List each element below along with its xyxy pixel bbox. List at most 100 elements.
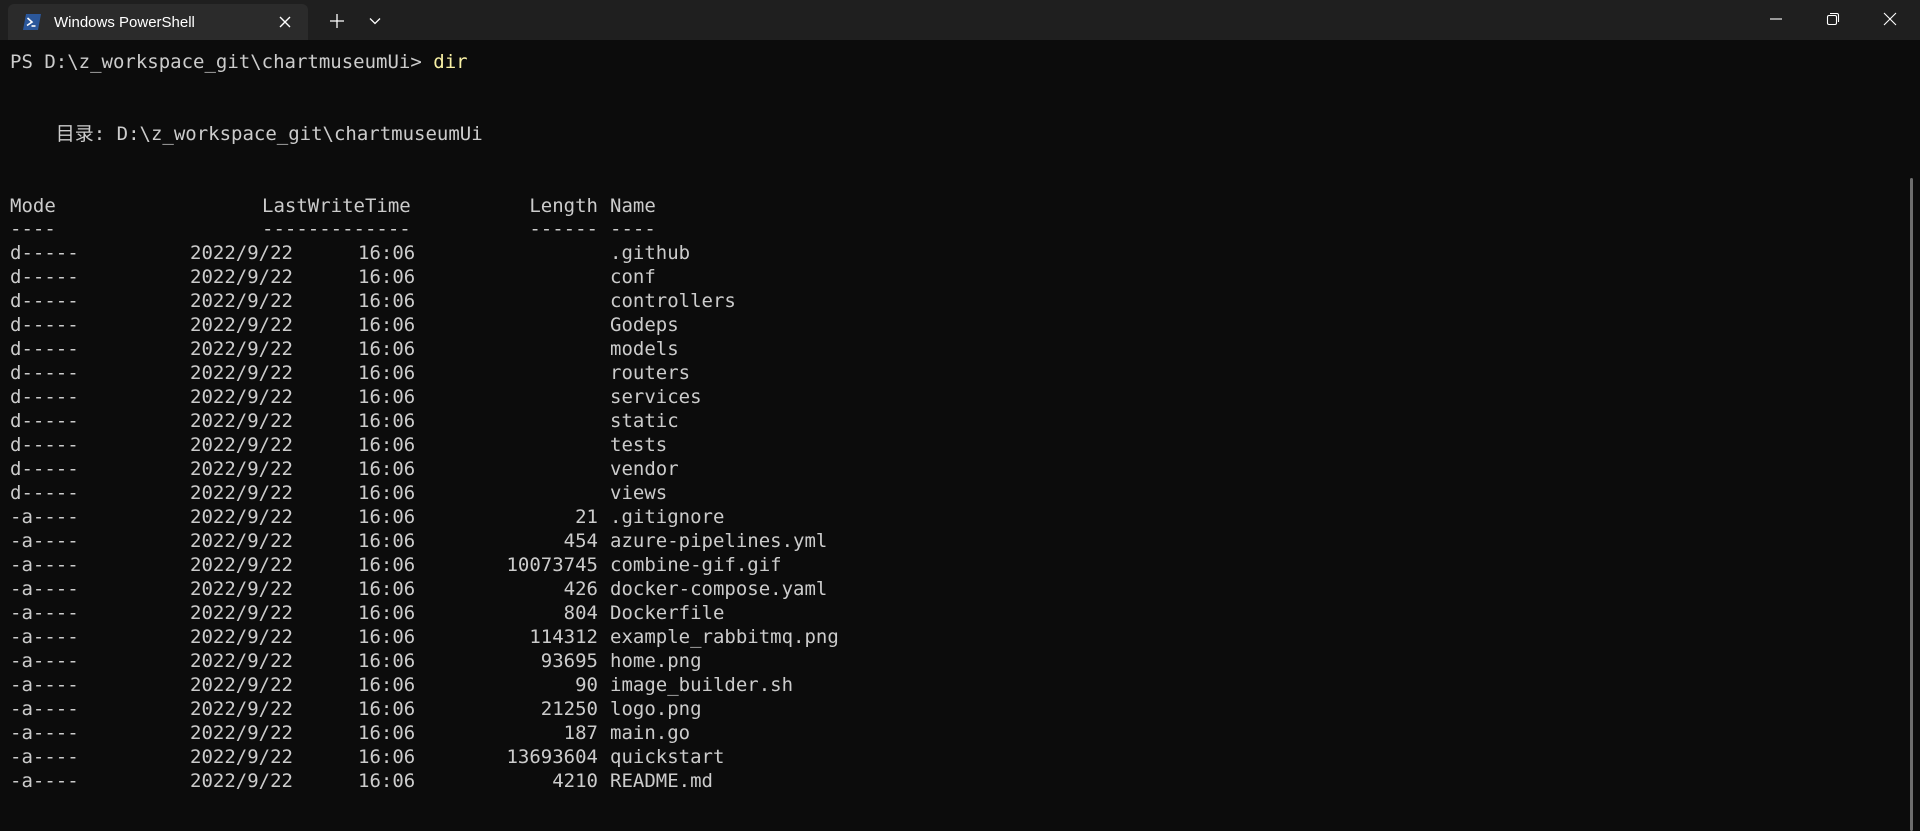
row-date: 2022/9/22 bbox=[190, 410, 293, 432]
profile-dropdown-button[interactable] bbox=[360, 8, 390, 34]
row-length: 13693604 bbox=[506, 746, 598, 768]
row-time: 16:06 bbox=[358, 338, 416, 360]
table-row: -a---- 2022/9/22 16:06 4210 README.md bbox=[10, 769, 910, 793]
row-mode: -a---- bbox=[10, 770, 79, 792]
close-icon bbox=[1883, 12, 1897, 26]
table-header: Mode LastWriteTime Length Name bbox=[10, 194, 910, 218]
header-lastwritetime: LastWriteTime bbox=[262, 195, 411, 217]
scrollbar[interactable] bbox=[1910, 178, 1913, 831]
row-mode: -a---- bbox=[10, 698, 79, 720]
row-time: 16:06 bbox=[358, 410, 416, 432]
row-mode: -a---- bbox=[10, 746, 79, 768]
directory-line: 目录: D:\z_workspace_git\chartmuseumUi bbox=[10, 123, 483, 145]
prompt-line: PS D:\z_workspace_git\chartmuseumUi> dir bbox=[10, 50, 468, 74]
row-mode: d----- bbox=[10, 434, 79, 456]
row-time: 16:06 bbox=[358, 386, 416, 408]
row-length: 426 bbox=[563, 578, 598, 600]
row-date: 2022/9/22 bbox=[190, 770, 293, 792]
row-mode: d----- bbox=[10, 242, 79, 264]
row-mode: d----- bbox=[10, 362, 79, 384]
row-name: static bbox=[610, 410, 679, 432]
table-row: d----- 2022/9/22 16:06 models bbox=[10, 337, 910, 361]
row-name: conf bbox=[610, 266, 656, 288]
title-bar[interactable]: Windows PowerShell bbox=[0, 0, 1920, 40]
row-time: 16:06 bbox=[358, 650, 416, 672]
row-length: 804 bbox=[563, 602, 598, 624]
close-tab-icon[interactable] bbox=[276, 13, 294, 31]
table-row: -a---- 2022/9/22 16:06 804 Dockerfile bbox=[10, 601, 910, 625]
table-row: d----- 2022/9/22 16:06 controllers bbox=[10, 289, 910, 313]
row-time: 16:06 bbox=[358, 746, 416, 768]
row-mode: -a---- bbox=[10, 506, 79, 528]
table-row: -a---- 2022/9/22 16:06 426 docker-compose.ya… bbox=[10, 577, 910, 601]
terminal-output[interactable]: PS D:\z_workspace_git\chartmuseumUi> dir… bbox=[0, 40, 1906, 831]
row-time: 16:06 bbox=[358, 290, 416, 312]
header-mode: Mode bbox=[10, 195, 56, 217]
separator-mode: ---- bbox=[10, 218, 56, 240]
close-window-button[interactable] bbox=[1862, 0, 1918, 38]
row-name: README.md bbox=[610, 770, 713, 792]
row-name: Dockerfile bbox=[610, 602, 725, 624]
row-time: 16:06 bbox=[358, 314, 416, 336]
minimize-button[interactable] bbox=[1748, 0, 1804, 38]
table-row: d----- 2022/9/22 16:06 .github bbox=[10, 241, 910, 265]
row-name: controllers bbox=[610, 290, 736, 312]
row-name: tests bbox=[610, 434, 668, 456]
row-name: image_builder.sh bbox=[610, 674, 794, 696]
table-row: d----- 2022/9/22 16:06 services bbox=[10, 385, 910, 409]
row-length: 187 bbox=[563, 722, 598, 744]
row-date: 2022/9/22 bbox=[190, 386, 293, 408]
row-mode: d----- bbox=[10, 410, 79, 432]
row-name: quickstart bbox=[610, 746, 725, 768]
row-name: main.go bbox=[610, 722, 691, 744]
row-length: 21250 bbox=[540, 698, 598, 720]
terminal-window: Windows PowerShell PS D:\z_workspace_git… bbox=[0, 0, 1920, 831]
tab-title: Windows PowerShell bbox=[54, 13, 195, 31]
table-row: -a---- 2022/9/22 16:06 21 .gitignore bbox=[10, 505, 910, 529]
tab-windows-powershell[interactable]: Windows PowerShell bbox=[8, 4, 308, 40]
row-date: 2022/9/22 bbox=[190, 314, 293, 336]
header-length: Length bbox=[529, 195, 598, 217]
row-date: 2022/9/22 bbox=[190, 650, 293, 672]
new-tab-button[interactable] bbox=[322, 8, 352, 34]
row-date: 2022/9/22 bbox=[190, 602, 293, 624]
row-date: 2022/9/22 bbox=[190, 626, 293, 648]
row-time: 16:06 bbox=[358, 626, 416, 648]
table-row: -a---- 2022/9/22 16:06 114312 example_rabbit… bbox=[10, 625, 910, 649]
table-row: -a---- 2022/9/22 16:06 93695 home.png bbox=[10, 649, 910, 673]
row-name: combine-gif.gif bbox=[610, 554, 782, 576]
row-length: 114312 bbox=[529, 626, 598, 648]
restore-button[interactable] bbox=[1805, 0, 1861, 38]
table-row: -a---- 2022/9/22 16:06 90 image_builder.sh bbox=[10, 673, 910, 697]
row-time: 16:06 bbox=[358, 578, 416, 600]
row-mode: d----- bbox=[10, 482, 79, 504]
row-date: 2022/9/22 bbox=[190, 434, 293, 456]
row-time: 16:06 bbox=[358, 506, 416, 528]
row-name: .github bbox=[610, 242, 691, 264]
table-row: -a---- 2022/9/22 16:06 13693604 quickstart bbox=[10, 745, 910, 769]
row-date: 2022/9/22 bbox=[190, 722, 293, 744]
row-date: 2022/9/22 bbox=[190, 530, 293, 552]
row-time: 16:06 bbox=[358, 554, 416, 576]
table-row: -a---- 2022/9/22 16:06 10073745 combine-gif.… bbox=[10, 553, 910, 577]
row-time: 16:06 bbox=[358, 434, 416, 456]
row-time: 16:06 bbox=[358, 674, 416, 696]
table-row: -a---- 2022/9/22 16:06 454 azure-pipelines.y… bbox=[10, 529, 910, 553]
row-name: Godeps bbox=[610, 314, 679, 336]
row-length: 4210 bbox=[552, 770, 598, 792]
row-date: 2022/9/22 bbox=[190, 362, 293, 384]
row-mode: -a---- bbox=[10, 554, 79, 576]
row-length: 454 bbox=[563, 530, 598, 552]
chevron-down-icon bbox=[369, 18, 381, 25]
row-date: 2022/9/22 bbox=[190, 578, 293, 600]
row-date: 2022/9/22 bbox=[190, 242, 293, 264]
row-date: 2022/9/22 bbox=[190, 554, 293, 576]
row-mode: d----- bbox=[10, 386, 79, 408]
row-name: models bbox=[610, 338, 679, 360]
row-mode: -a---- bbox=[10, 530, 79, 552]
row-name: views bbox=[610, 482, 668, 504]
row-mode: d----- bbox=[10, 338, 79, 360]
row-time: 16:06 bbox=[358, 698, 416, 720]
row-mode: -a---- bbox=[10, 674, 79, 696]
row-date: 2022/9/22 bbox=[190, 266, 293, 288]
